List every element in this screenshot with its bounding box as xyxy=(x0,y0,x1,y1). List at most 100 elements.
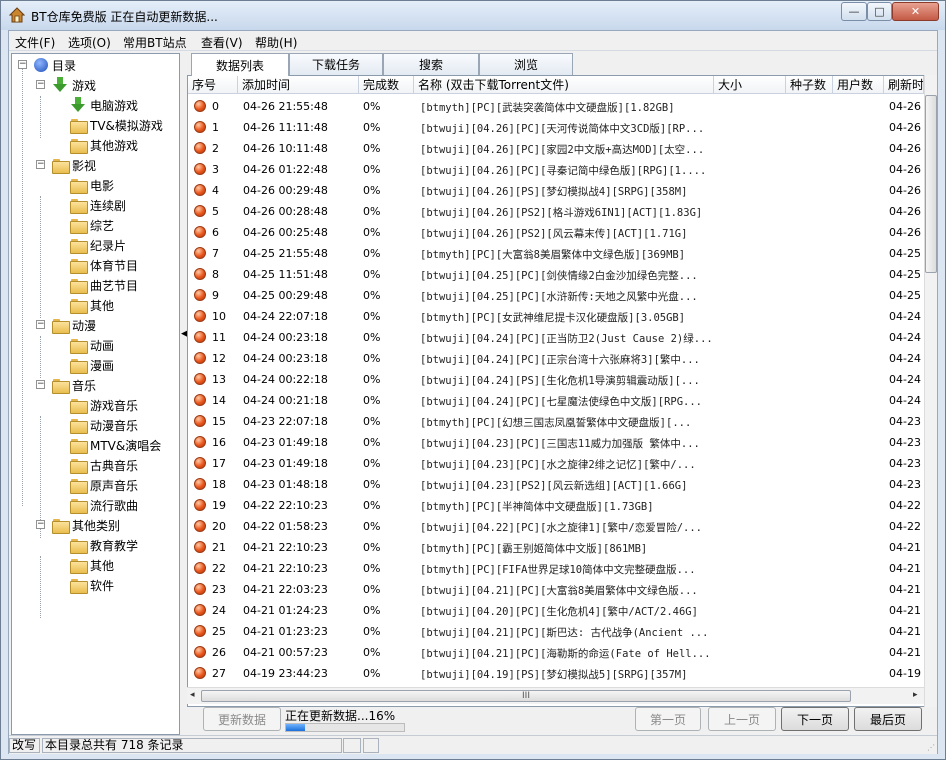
tree-item-animation[interactable]: 动画 xyxy=(70,336,114,354)
tree-item-anime-music[interactable]: 动漫音乐 xyxy=(70,416,138,434)
column-header[interactable]: 用户数 xyxy=(833,76,884,94)
table-row[interactable]: 12 04-24 00:23:18 0% [btwuji][04.24][PC][正宗… xyxy=(188,348,921,369)
collapse-icon[interactable]: − xyxy=(36,320,45,329)
update-data-button[interactable]: 更新数据 xyxy=(203,707,281,731)
table-row[interactable]: 7 04-25 21:55:48 0% [btmyth][PC][大富翁8美眉繁体中文… xyxy=(188,243,921,264)
close-button[interactable]: ✕ xyxy=(892,2,939,21)
tree-item-other-games[interactable]: 其他游戏 xyxy=(70,136,138,154)
table-row[interactable]: 6 04-26 00:25:48 0% [btwuji][04.26][PS2][风云… xyxy=(188,222,921,243)
tree-item-soundtrack[interactable]: 原声音乐 xyxy=(70,476,138,494)
menu-bt-sites[interactable]: 常用BT站点 xyxy=(123,34,187,51)
table-row[interactable]: 25 04-21 01:23:23 0% [btwuji][04.21][PC][斯巴… xyxy=(188,621,921,642)
prev-page-button[interactable]: 上一页 xyxy=(708,707,776,731)
tree-item-other-category[interactable]: − 其他类别 xyxy=(12,516,120,534)
table-row[interactable]: 18 04-23 01:48:18 0% [btwuji][04.23][PS2][风… xyxy=(188,474,921,495)
tree-item-sports[interactable]: 体育节目 xyxy=(70,256,138,274)
tree-item-music[interactable]: − 音乐 xyxy=(12,376,96,394)
table-row[interactable]: 4 04-26 00:29:48 0% [btwuji][04.26][PS][梦幻模… xyxy=(188,180,921,201)
category-tree[interactable]: − 目录 − 游戏 电脑游戏 TV&模拟游戏 其他游戏 − 影视 电影 连续剧 … xyxy=(11,53,180,735)
tree-item-games[interactable]: − 游戏 xyxy=(12,76,96,94)
resize-grip-icon[interactable]: ⋰ xyxy=(927,743,935,752)
tree-root[interactable]: − 目录 xyxy=(12,56,76,74)
collapse-icon[interactable]: − xyxy=(36,520,45,529)
collapse-icon[interactable]: − xyxy=(36,160,45,169)
tree-item-game-music[interactable]: 游戏音乐 xyxy=(70,396,138,414)
tree-item-opera[interactable]: 曲艺节目 xyxy=(70,276,138,294)
table-row[interactable]: 2 04-26 10:11:48 0% [btwuji][04.26][PC][家园2… xyxy=(188,138,921,159)
scroll-thumb[interactable]: III xyxy=(201,690,851,702)
table-row[interactable]: 19 04-22 22:10:23 0% [btmyth][PC][半神简体中文硬盘版… xyxy=(188,495,921,516)
tree-item-video-other[interactable]: 其他 xyxy=(70,296,114,314)
table-row[interactable]: 16 04-23 01:49:18 0% [btwuji][04.23][PC][三国… xyxy=(188,432,921,453)
horizontal-scrollbar[interactable]: ◂ III ▸ xyxy=(187,687,924,704)
tree-item-variety[interactable]: 综艺 xyxy=(70,216,114,234)
tree-item-misc[interactable]: 其他 xyxy=(70,556,114,574)
column-header[interactable]: 名称 (双击下载Torrent文件) xyxy=(414,76,714,94)
table-row[interactable]: 24 04-21 01:24:23 0% [btwuji][04.20][PC][生化… xyxy=(188,600,921,621)
table-row[interactable]: 14 04-24 00:21:18 0% [btwuji][04.24][PC][七星… xyxy=(188,390,921,411)
table-row[interactable]: 5 04-26 00:28:48 0% [btwuji][04.26][PS2][格斗… xyxy=(188,201,921,222)
tab-search[interactable]: 搜索 xyxy=(383,53,479,75)
torrent-list[interactable]: 序号 添加时间 完成数 名称 (双击下载Torrent文件) 大小 种子数 用户… xyxy=(187,75,937,707)
tab-browse[interactable]: 浏览 xyxy=(479,53,573,75)
table-row[interactable]: 3 04-26 01:22:48 0% [btwuji][04.26][PC][寻秦记… xyxy=(188,159,921,180)
tree-item-classical[interactable]: 古典音乐 xyxy=(70,456,138,474)
tree-item-series[interactable]: 连续剧 xyxy=(70,196,126,214)
tree-item-documentary[interactable]: 纪录片 xyxy=(70,236,126,254)
menu-view[interactable]: 查看(V) xyxy=(201,34,243,51)
tree-item-software[interactable]: 软件 xyxy=(70,576,114,594)
vertical-scrollbar[interactable] xyxy=(924,75,937,707)
menu-help[interactable]: 帮助(H) xyxy=(255,34,297,51)
next-page-button[interactable]: 下一页 xyxy=(781,707,849,731)
cell-done: 0% xyxy=(363,541,381,554)
column-header[interactable]: 刷新时 xyxy=(884,76,924,94)
table-row[interactable]: 13 04-24 00:22:18 0% [btwuji][04.24][PS][生化… xyxy=(188,369,921,390)
table-row[interactable]: 10 04-24 22:07:18 0% [btmyth][PC][女武神维尼提卡汉化… xyxy=(188,306,921,327)
collapse-icon[interactable]: − xyxy=(36,380,45,389)
last-page-button[interactable]: 最后页 xyxy=(854,707,922,731)
table-row[interactable]: 23 04-21 22:03:23 0% [btwuji][04.21][PC][大富… xyxy=(188,579,921,600)
tree-item-comics[interactable]: 漫画 xyxy=(70,356,114,374)
maximize-button[interactable]: □ xyxy=(867,2,892,21)
table-row[interactable]: 1 04-26 11:11:48 0% [btwuji][04.26][PC][天河传… xyxy=(188,117,921,138)
tree-item-education[interactable]: 教育教学 xyxy=(70,536,138,554)
table-row[interactable]: 21 04-21 22:10:23 0% [btmyth][PC][霸王别姬简体中文版… xyxy=(188,537,921,558)
collapse-icon[interactable]: − xyxy=(36,80,45,89)
tree-item-movies[interactable]: 电影 xyxy=(70,176,114,194)
column-header[interactable]: 完成数 xyxy=(359,76,414,94)
cell-refresh: 04-26 xyxy=(889,184,921,197)
table-row[interactable]: 0 04-26 21:55:48 0% [btmyth][PC][武装突袭简体中文硬盘… xyxy=(188,96,921,117)
table-row[interactable]: 11 04-24 00:23:18 0% [btwuji][04.24][PC][正当… xyxy=(188,327,921,348)
table-row[interactable]: 15 04-23 22:07:18 0% [btmyth][PC][幻想三国志凤凰誓繁… xyxy=(188,411,921,432)
minimize-button[interactable]: — xyxy=(841,2,867,21)
tree-item-anime[interactable]: − 动漫 xyxy=(12,316,96,334)
table-row[interactable]: 22 04-21 22:10:23 0% [btmyth][PC][FIFA世界足球1… xyxy=(188,558,921,579)
tree-item-video[interactable]: − 影视 xyxy=(12,156,96,174)
menu-options[interactable]: 选项(O) xyxy=(68,34,111,51)
table-row[interactable]: 20 04-22 01:58:23 0% [btwuji][04.22][PC][水之… xyxy=(188,516,921,537)
column-header[interactable]: 大小 xyxy=(714,76,786,94)
tab-download-tasks[interactable]: 下载任务 xyxy=(289,53,383,75)
scroll-right-icon[interactable]: ▸ xyxy=(913,690,918,700)
table-row[interactable]: 26 04-21 00:57:23 0% [btwuji][04.21][PC][海勒… xyxy=(188,642,921,663)
table-row[interactable]: 9 04-25 00:29:48 0% [btwuji][04.25][PC][水浒新… xyxy=(188,285,921,306)
table-row[interactable]: 8 04-25 11:51:48 0% [btwuji][04.25][PC][剑侠情… xyxy=(188,264,921,285)
column-header[interactable]: 添加时间 xyxy=(238,76,359,94)
column-header[interactable]: 种子数 xyxy=(786,76,833,94)
cell-index: 16 xyxy=(212,436,226,449)
table-row[interactable]: 27 04-19 23:44:23 0% [btwuji][04.19][PS][梦幻… xyxy=(188,663,921,684)
title-bar[interactable]: BT仓库免费版 正在自动更新数据... — □ ✕ xyxy=(1,1,945,30)
column-header[interactable]: 序号 xyxy=(188,76,238,94)
table-row[interactable]: 17 04-23 01:49:18 0% [btwuji][04.23][PC][水之… xyxy=(188,453,921,474)
tree-item-tv-games[interactable]: TV&模拟游戏 xyxy=(70,116,163,134)
tree-item-mtv[interactable]: MTV&演唱会 xyxy=(70,436,161,454)
first-page-button[interactable]: 第一页 xyxy=(635,707,701,731)
tree-item-pop[interactable]: 流行歌曲 xyxy=(70,496,138,514)
scroll-left-icon[interactable]: ◂ xyxy=(190,690,195,700)
scroll-thumb[interactable] xyxy=(925,95,937,273)
collapse-icon[interactable]: − xyxy=(18,60,27,69)
tree-label: 流行歌曲 xyxy=(90,498,139,513)
tab-data-list[interactable]: 数据列表 xyxy=(191,53,289,76)
menu-file[interactable]: 文件(F) xyxy=(15,34,55,51)
tree-item-pc-games[interactable]: 电脑游戏 xyxy=(70,96,138,114)
